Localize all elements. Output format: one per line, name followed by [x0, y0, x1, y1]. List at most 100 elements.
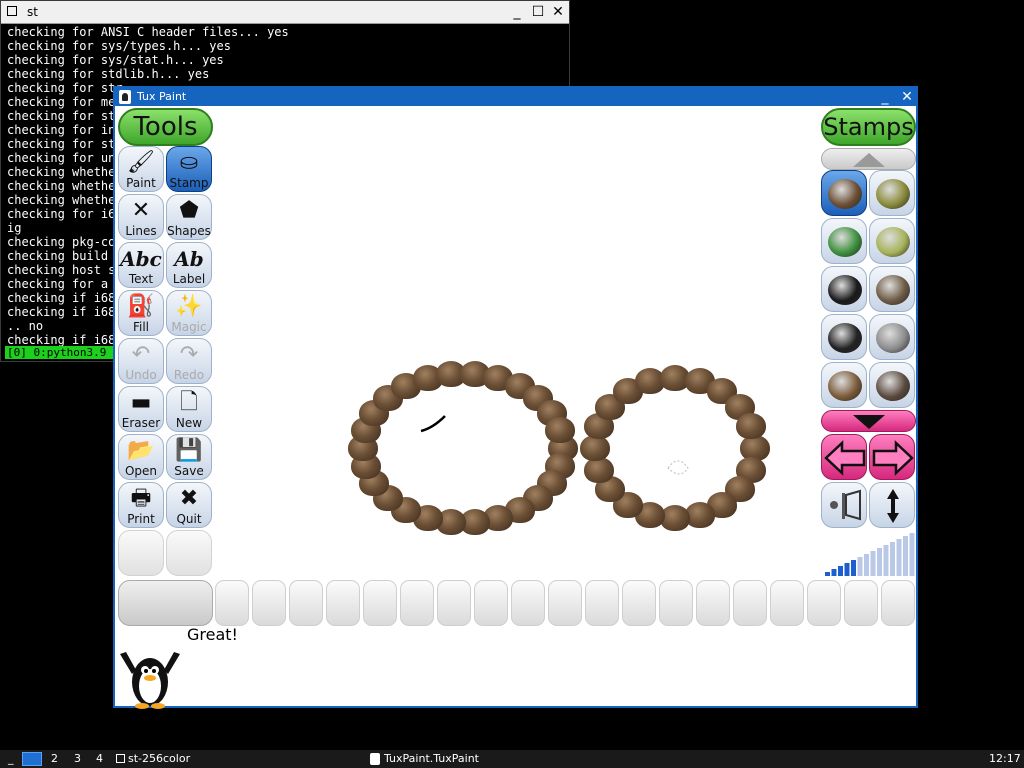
tool-print-button[interactable]: 🖶 Print [118, 482, 164, 528]
crow-stamp[interactable] [821, 266, 867, 312]
eraser-icon: ▬ [130, 390, 152, 415]
tool-open-button[interactable]: 📂 Open [118, 434, 164, 480]
iguana-stamp[interactable] [869, 218, 915, 264]
tool-text-button[interactable]: Abc Text [118, 242, 164, 288]
size-bar [851, 560, 856, 576]
color-swatch[interactable] [400, 580, 434, 626]
workspace-2-button[interactable]: 2 [51, 750, 58, 768]
tool-quit-button[interactable]: ✖ Quit [166, 482, 212, 528]
color-swatch[interactable] [585, 580, 619, 626]
show-desktop-button[interactable]: _ [8, 750, 14, 768]
label-ab-icon: Ab [174, 247, 204, 271]
parrot-stamp[interactable] [821, 218, 867, 264]
color-swatch[interactable] [363, 580, 397, 626]
stamp-size-slider[interactable] [821, 530, 916, 576]
next-stamp-button[interactable] [869, 434, 915, 480]
color-swatch[interactable] [881, 580, 915, 626]
color-swatch[interactable] [770, 580, 804, 626]
tool-shapes-button[interactable]: ⬟ Shapes [166, 194, 212, 240]
crane-stamp[interactable] [869, 314, 915, 360]
color-swatch[interactable] [289, 580, 323, 626]
workspace-3-button[interactable]: 3 [74, 750, 81, 768]
task-st[interactable]: st-256color [128, 750, 190, 768]
close-icon[interactable]: ✕ [897, 88, 917, 106]
color-swatch[interactable] [733, 580, 767, 626]
triangle-down-icon [853, 415, 885, 429]
close-icon[interactable]: ✕ [548, 1, 568, 23]
terminal-line: checking for ANSI C header files... yes [7, 25, 289, 39]
color-swatch[interactable] [622, 580, 656, 626]
stamps-scroll-up-button[interactable] [821, 148, 916, 170]
color-swatch[interactable] [511, 580, 545, 626]
tool-label: Save [174, 464, 204, 478]
maximize-icon[interactable]: ☐ [528, 1, 548, 23]
color-swatch[interactable] [548, 580, 582, 626]
color-swatch[interactable] [474, 580, 508, 626]
prev-stamp-button[interactable] [821, 434, 867, 480]
drawing-canvas[interactable] [213, 108, 819, 576]
tool-stamp-button[interactable]: ⛀ Stamp [166, 146, 212, 192]
stamps-scroll-down-button[interactable] [821, 410, 916, 432]
tool-label: Print [127, 512, 155, 526]
goose-stamp[interactable] [869, 362, 915, 408]
tool-new-button[interactable]: 🗋 New [166, 386, 212, 432]
stamps-title: Stamps [821, 108, 916, 146]
size-bar [877, 548, 882, 576]
raven-icon [828, 323, 862, 353]
tool-lines-button[interactable]: ✕ Lines [118, 194, 164, 240]
size-bar [844, 563, 850, 576]
stamp-mirror-button[interactable] [821, 482, 867, 528]
workspace-1-button[interactable] [22, 752, 42, 766]
size-bar [909, 533, 915, 576]
tool-paint-button[interactable]: 🖌 Paint [118, 146, 164, 192]
tool-magic-button[interactable]: ✨ Magic [166, 290, 212, 336]
task-tuxpaint[interactable]: TuxPaint.TuxPaint [384, 750, 479, 768]
frog-stamp[interactable] [869, 170, 915, 216]
toad-stamp-mark [545, 417, 576, 444]
terminal-line: checking for sys/stat.h... yes [7, 53, 224, 67]
redo-hand-icon: ↷ [179, 342, 199, 367]
taskbar: _ 2 3 4 st-256color TuxPaint.TuxPaint 12… [0, 750, 1024, 768]
size-bar [883, 545, 889, 576]
tool-eraser-button[interactable]: ▬ Eraser [118, 386, 164, 432]
tux-app-icon [119, 90, 131, 104]
color-swatch[interactable] [215, 580, 249, 626]
raven-stamp[interactable] [821, 314, 867, 360]
color-swatch[interactable] [807, 580, 841, 626]
paintbrush-icon: 🖌 [127, 150, 155, 175]
grouse-stamp[interactable] [869, 266, 915, 312]
minimize-icon[interactable]: _ [875, 88, 895, 106]
new-page-icon: 🗋 [180, 390, 198, 415]
stamp-icon: ⛀ [179, 150, 199, 175]
goose-icon [876, 371, 910, 401]
terminal-title: st [27, 5, 38, 19]
toad-stamp[interactable] [821, 170, 867, 216]
tool-save-button[interactable]: 💾 Save [166, 434, 212, 480]
tool-undo-button[interactable]: ↶ Undo [118, 338, 164, 384]
hawk-icon [828, 371, 862, 401]
hawk-stamp[interactable] [821, 362, 867, 408]
color-swatch[interactable] [437, 580, 471, 626]
tool-label-button[interactable]: Ab Label [166, 242, 212, 288]
color-swatch[interactable] [659, 580, 693, 626]
workspace-4-button[interactable]: 4 [96, 750, 103, 768]
tools-title: Tools [118, 108, 213, 146]
color-swatch[interactable] [326, 580, 360, 626]
tool-label: Undo [125, 368, 157, 382]
terminal-titlebar[interactable]: st _ ☐ ✕ [1, 1, 569, 24]
tool-fill-button[interactable]: ⛽ Fill [118, 290, 164, 336]
stamp-flip-button[interactable] [869, 482, 915, 528]
tuxpaint-titlebar[interactable]: Tux Paint _ ✕ [115, 88, 916, 106]
color-swatch[interactable] [696, 580, 730, 626]
color-swatch[interactable] [252, 580, 286, 626]
tuxpaint-window[interactable]: Tux Paint _ ✕ Tools 🖌 Paint ⛀ Stamp ✕ Lines ⬟ S… [113, 86, 918, 709]
size-bar [896, 539, 902, 576]
tool-label: Label [172, 272, 206, 286]
minimize-icon[interactable]: _ [507, 1, 527, 23]
current-color-swatch[interactable] [118, 580, 213, 626]
tool-label: New [175, 416, 203, 430]
color-swatch[interactable] [844, 580, 878, 626]
tool-redo-button[interactable]: ↷ Redo [166, 338, 212, 384]
size-bar [890, 542, 895, 576]
tool-label: Text [128, 272, 154, 286]
